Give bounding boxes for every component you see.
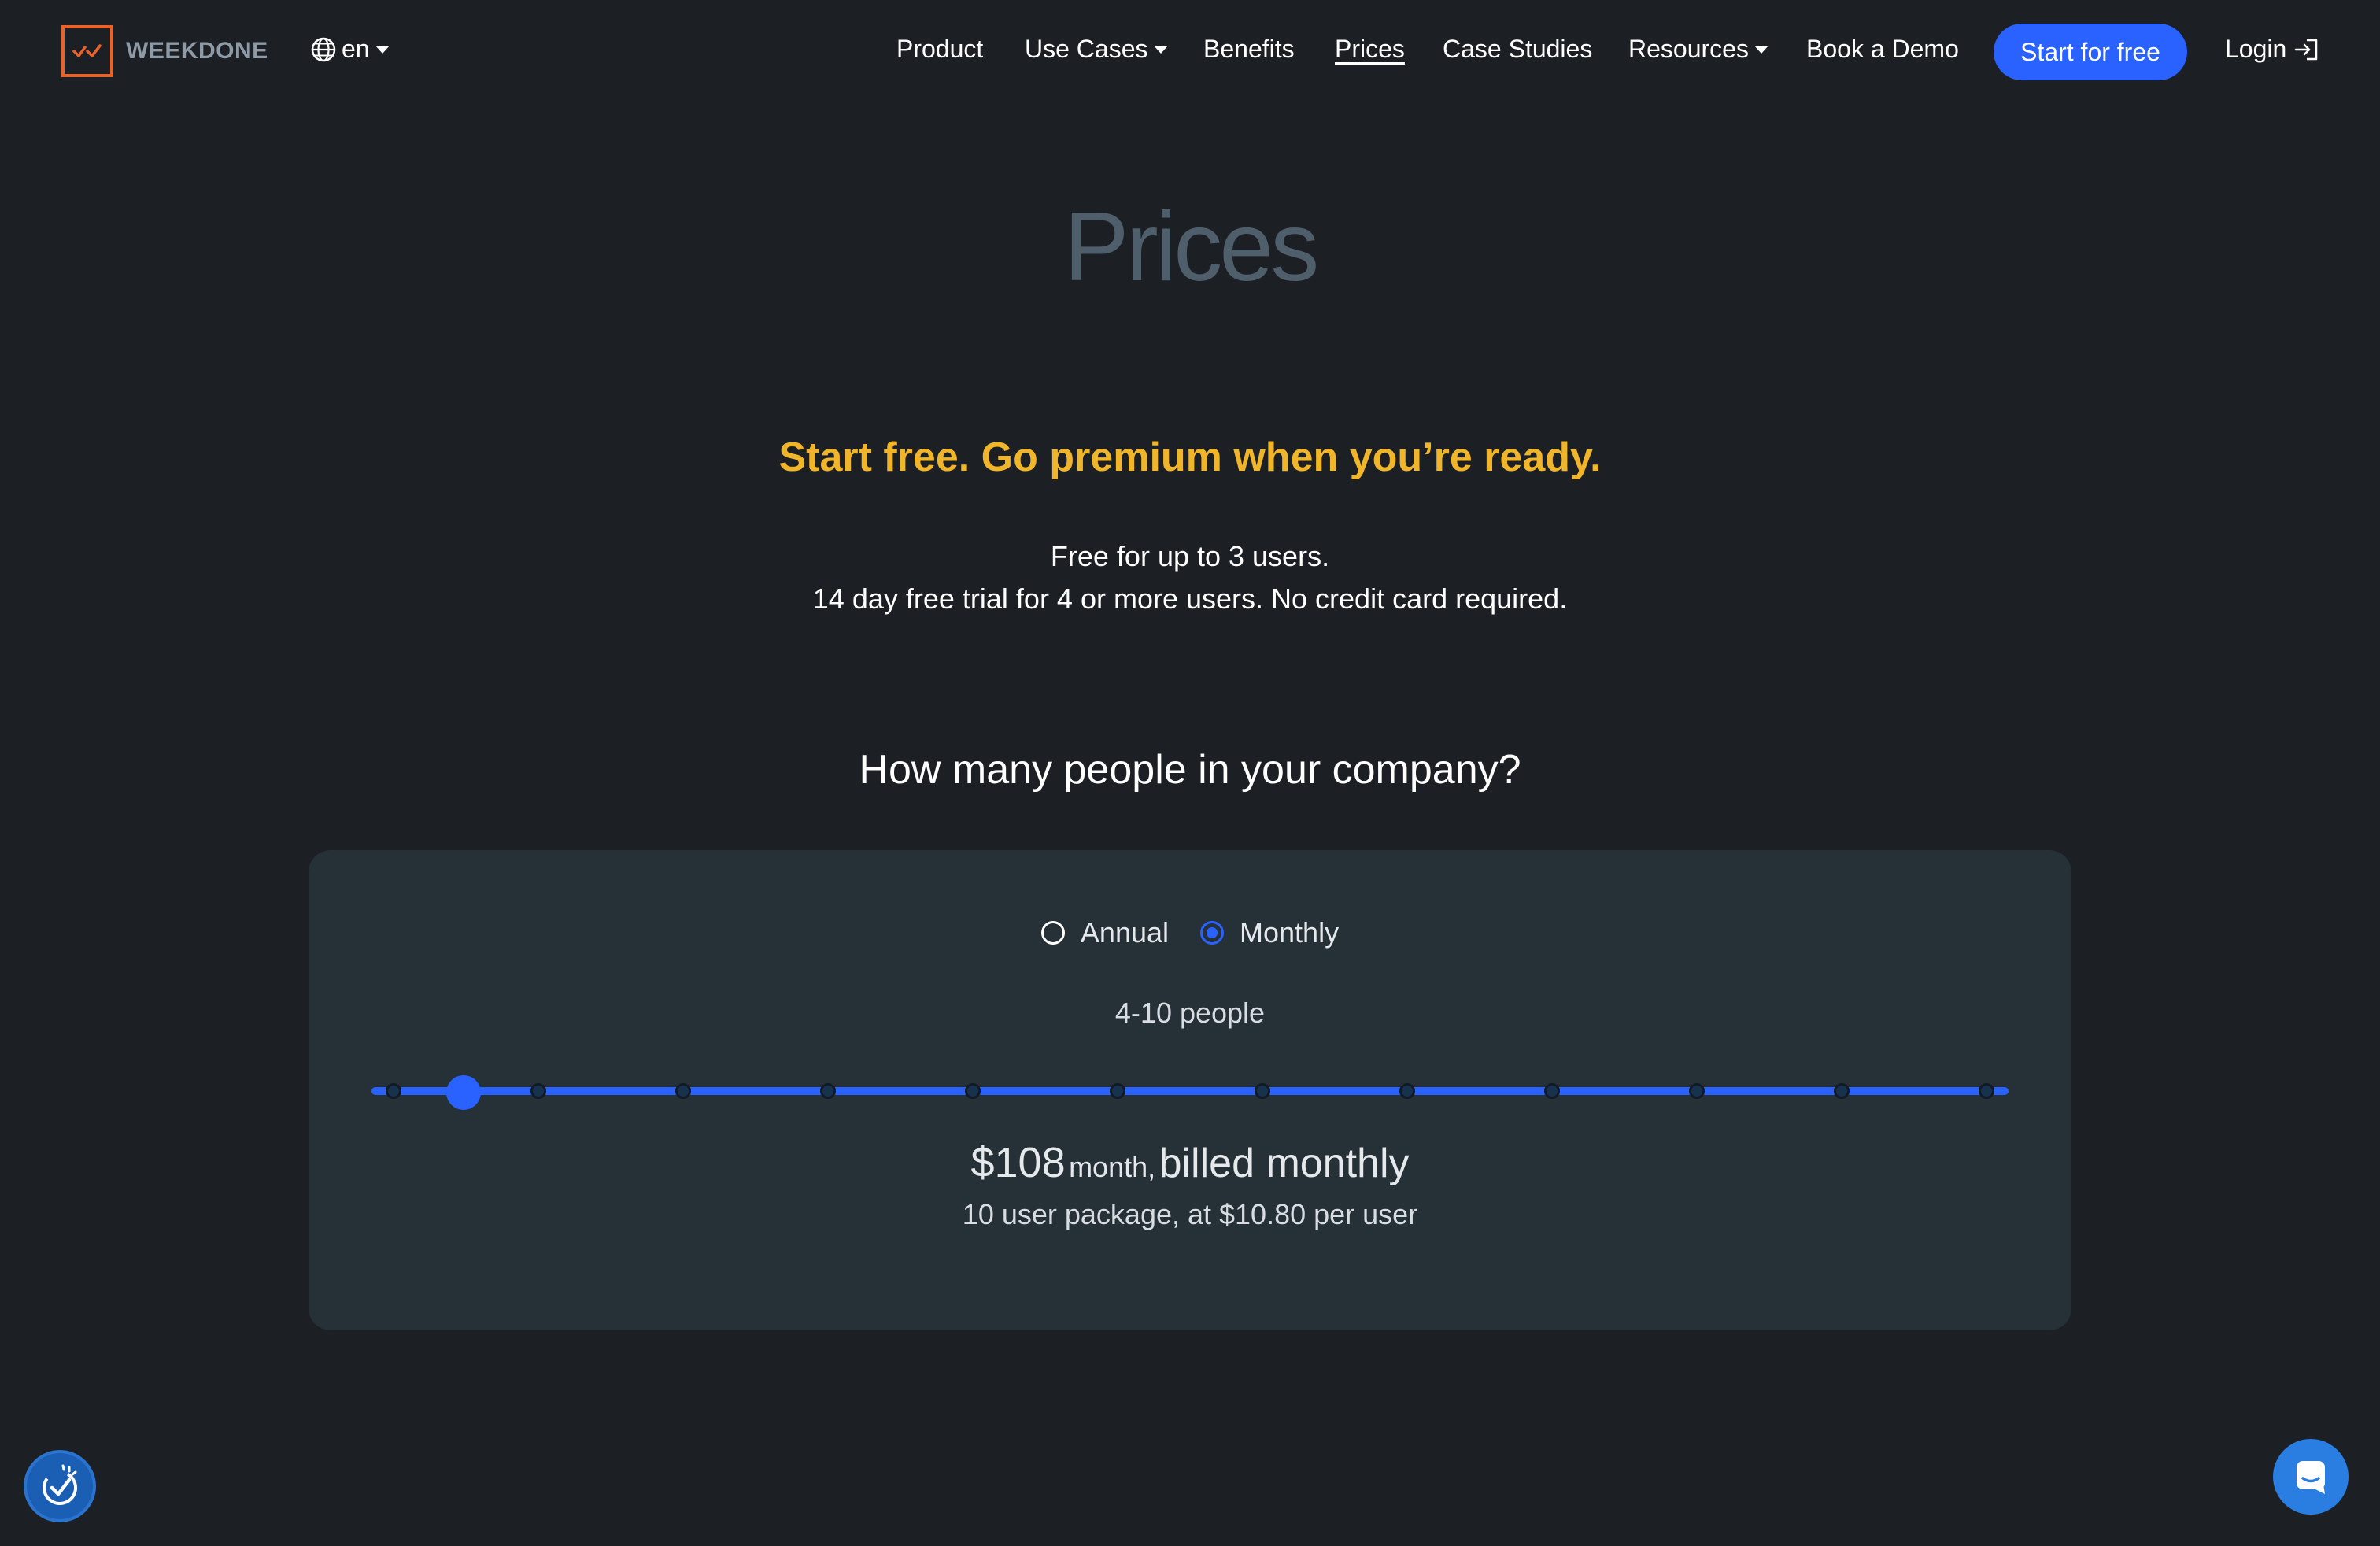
- nav-product-label: Product: [896, 35, 984, 63]
- chevron-down-icon: [1754, 45, 1768, 54]
- slider-track: [371, 1087, 2009, 1095]
- slider-stop[interactable]: [1689, 1083, 1705, 1099]
- weekdone-logo[interactable]: WEEKDONE: [61, 25, 268, 77]
- globe-icon: [311, 37, 336, 61]
- nav-prices[interactable]: Prices: [1335, 35, 1405, 64]
- team-size-range-label: 4-10 people: [1114, 997, 1266, 1029]
- price-summary: $108 month, billed monthly: [309, 1138, 2071, 1187]
- top-navigation: WEEKDONE en Product Use Cases Benefits P…: [0, 0, 2380, 102]
- billing-monthly-radio[interactable]: Monthly: [1200, 916, 1339, 949]
- billing-toggle: Annual Monthly: [309, 916, 2071, 949]
- slider-stop[interactable]: [1255, 1083, 1270, 1099]
- billing-annual-radio[interactable]: Annual: [1040, 916, 1170, 949]
- slider-stop[interactable]: [675, 1083, 691, 1099]
- nav-prices-label: Prices: [1335, 35, 1405, 63]
- language-label: en: [342, 35, 370, 63]
- slider-stop[interactable]: [820, 1083, 836, 1099]
- company-size-question: How many people in your company?: [859, 747, 1521, 793]
- nav-use-cases-label: Use Cases: [1025, 35, 1148, 63]
- language-selector[interactable]: en: [310, 35, 390, 64]
- radio-unchecked-icon: [1040, 921, 1065, 945]
- nav-use-cases[interactable]: Use Cases: [1025, 35, 1168, 64]
- nav-case-studies-label: Case Studies: [1443, 35, 1593, 63]
- nav-resources-label: Resources: [1628, 35, 1749, 63]
- slider-stop[interactable]: [965, 1083, 981, 1099]
- slider-thumb[interactable]: [446, 1075, 482, 1110]
- price-amount: $108: [970, 1139, 1066, 1186]
- slider-stop[interactable]: [1110, 1083, 1125, 1099]
- slider-stop[interactable]: [1544, 1083, 1560, 1099]
- page-subtitle: Start free. Go premium when you’re ready…: [778, 435, 1602, 480]
- description-line-2: 14 day free trial for 4 or more users. N…: [812, 583, 1568, 615]
- slider-stop[interactable]: [530, 1083, 546, 1099]
- logo-wordmark: WEEKDONE: [126, 38, 268, 64]
- slider-stop[interactable]: [1399, 1083, 1415, 1099]
- accessibility-check-icon[interactable]: [24, 1450, 96, 1522]
- nav-benefits-label: Benefits: [1203, 35, 1295, 63]
- description-line-1: Free for up to 3 users.: [1050, 540, 1330, 572]
- slider-stop[interactable]: [1834, 1083, 1850, 1099]
- login-icon: [2295, 39, 2318, 60]
- slider-stop[interactable]: [386, 1083, 401, 1099]
- page-title: Prices: [1063, 193, 1320, 301]
- price-billing-period: billed monthly: [1159, 1141, 1410, 1186]
- chat-bubble-icon[interactable]: [2273, 1439, 2349, 1515]
- price-detail: 10 user package, at $10.80 per user: [962, 1198, 1418, 1230]
- start-for-free-button[interactable]: Start for free: [1994, 24, 2187, 80]
- nav-case-studies[interactable]: Case Studies: [1443, 35, 1592, 64]
- pricing-card: Annual Monthly 4-10 people $108 month, b…: [309, 850, 2071, 1330]
- login-label: Login: [2225, 35, 2287, 63]
- nav-resources[interactable]: Resources: [1628, 35, 1768, 64]
- chevron-down-icon: [375, 45, 390, 54]
- billing-monthly-label: Monthly: [1240, 916, 1340, 949]
- price-unit: month,: [1069, 1151, 1156, 1183]
- radio-checked-icon: [1200, 921, 1225, 945]
- nav-book-demo-label: Book a Demo: [1806, 35, 1959, 63]
- chevron-down-icon: [1153, 45, 1168, 54]
- billing-annual-label: Annual: [1080, 916, 1170, 949]
- pricing-description: Free for up to 3 users. 14 day free tria…: [0, 535, 2380, 620]
- double-check-icon: [61, 25, 113, 77]
- nav-benefits[interactable]: Benefits: [1203, 35, 1295, 64]
- slider-stop[interactable]: [1979, 1083, 1994, 1099]
- nav-book-demo[interactable]: Book a Demo: [1806, 35, 1959, 64]
- login-link[interactable]: Login: [2225, 35, 2319, 64]
- team-size-slider[interactable]: [371, 1075, 2009, 1110]
- nav-product[interactable]: Product: [896, 35, 983, 64]
